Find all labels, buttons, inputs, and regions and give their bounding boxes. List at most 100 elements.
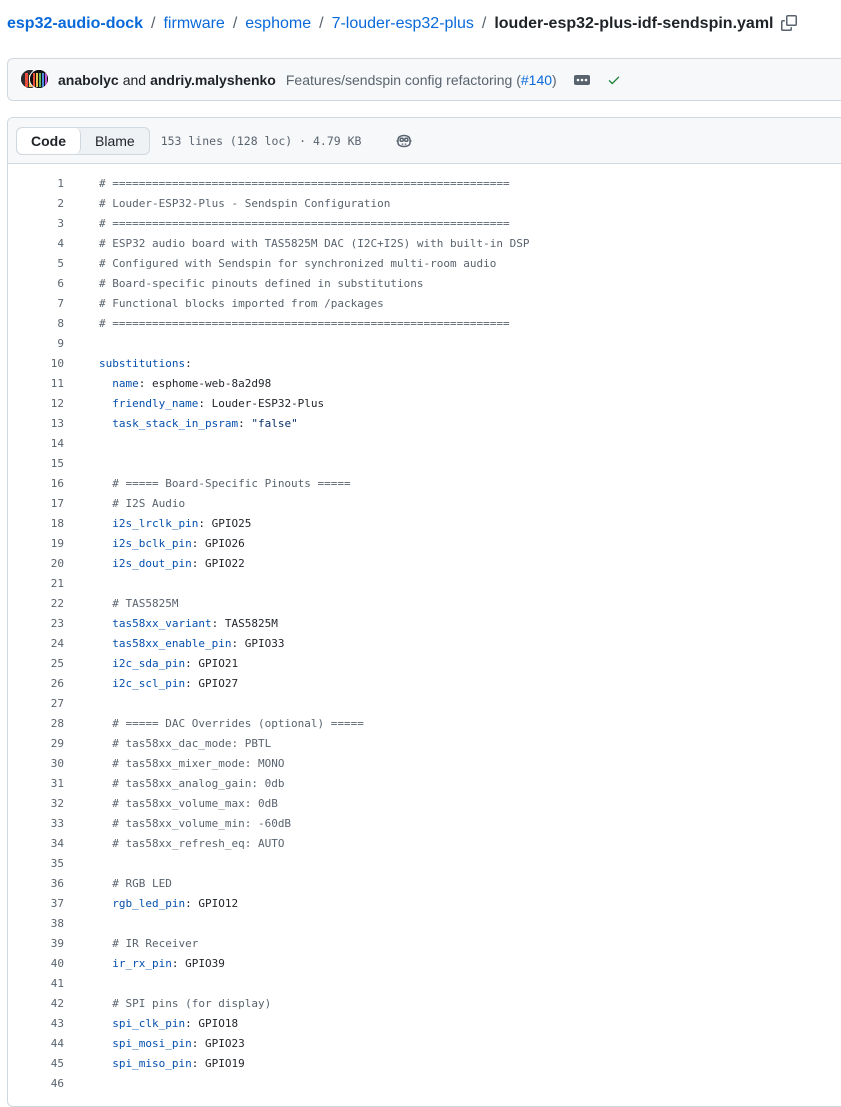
code-line[interactable]: 10 substitutions: [8,353,841,373]
line-number[interactable]: 7 [8,297,64,310]
code-line[interactable]: 26 i2c_scl_pin: GPIO27 [8,673,841,693]
line-number[interactable]: 4 [8,237,64,250]
line-number[interactable]: 42 [8,997,64,1010]
tab-code[interactable]: Code [17,127,81,154]
code-line[interactable]: 27 [8,693,841,713]
line-number[interactable]: 1 [8,177,64,190]
line-number[interactable]: 38 [8,917,64,930]
code-line[interactable]: 39 # IR Receiver [8,933,841,953]
code-line[interactable]: 3 # =====================================… [8,213,841,233]
code-line[interactable]: 29 # tas58xx_dac_mode: PBTL [8,733,841,753]
line-number[interactable]: 30 [8,757,64,770]
code-line[interactable]: 6 # Board-specific pinouts defined in sub… [8,273,841,293]
breadcrumb-dir-esphome[interactable]: esphome [245,15,311,33]
code-line[interactable]: 25 i2c_sda_pin: GPIO21 [8,653,841,673]
line-number[interactable]: 29 [8,737,64,750]
code-line[interactable]: 32 # tas58xx_volume_max: 0dB [8,793,841,813]
line-number[interactable]: 28 [8,717,64,730]
line-number[interactable]: 43 [8,1017,64,1030]
line-number[interactable]: 25 [8,657,64,670]
line-number[interactable]: 26 [8,677,64,690]
code-line[interactable]: 38 [8,913,841,933]
line-number[interactable]: 24 [8,637,64,650]
line-number[interactable]: 35 [8,857,64,870]
breadcrumb-dir-firmware[interactable]: firmware [163,15,224,33]
code-line[interactable]: 19 i2s_bclk_pin: GPIO26 [8,533,841,553]
code-line[interactable]: 4 # ESP32 audio board with TAS5825M DAC (… [8,233,841,253]
copy-icon[interactable] [781,15,799,33]
line-number[interactable]: 9 [8,337,64,350]
line-number[interactable]: 11 [8,377,64,390]
commit-pr-link[interactable]: #140 [521,72,552,88]
code-line[interactable]: 16 # ===== Board-Specific Pinouts ===== [8,473,841,493]
line-number[interactable]: 12 [8,397,64,410]
line-number[interactable]: 3 [8,217,64,230]
copilot-icon[interactable] [395,133,413,149]
code-line[interactable]: 36 # RGB LED [8,873,841,893]
code-line[interactable]: 1 # =====================================… [8,173,841,193]
commit-avatars[interactable] [20,68,50,91]
code-line[interactable]: 35 [8,853,841,873]
line-number[interactable]: 20 [8,557,64,570]
line-number[interactable]: 14 [8,437,64,450]
line-number[interactable]: 8 [8,317,64,330]
line-number[interactable]: 40 [8,957,64,970]
line-number[interactable]: 45 [8,1057,64,1070]
code-line[interactable]: 37 rgb_led_pin: GPIO12 [8,893,841,913]
line-number[interactable]: 2 [8,197,64,210]
line-number[interactable]: 18 [8,517,64,530]
line-number[interactable]: 22 [8,597,64,610]
line-number[interactable]: 19 [8,537,64,550]
commit-message[interactable]: Features/sendspin config refactoring (#1… [286,72,557,88]
code-line[interactable]: 7 # Functional blocks imported from /pack… [8,293,841,313]
line-number[interactable]: 23 [8,617,64,630]
code-line[interactable]: 13 task_stack_in_psram: "false" [8,413,841,433]
avatar[interactable] [29,68,49,89]
code-line[interactable]: 5 # Configured with Sendspin for synchron… [8,253,841,273]
tab-blame[interactable]: Blame [81,128,149,154]
code-line[interactable]: 40 ir_rx_pin: GPIO39 [8,953,841,973]
code-line[interactable]: 12 friendly_name: Louder-ESP32-Plus [8,393,841,413]
code-line[interactable]: 23 tas58xx_variant: TAS5825M [8,613,841,633]
line-number[interactable]: 46 [8,1077,64,1090]
line-number[interactable]: 33 [8,817,64,830]
line-number[interactable]: 31 [8,777,64,790]
ellipsis-icon[interactable] [571,73,593,87]
line-number[interactable]: 41 [8,977,64,990]
commit-message-text[interactable]: Features/sendspin config refactoring ( [286,72,521,88]
code-line[interactable]: 41 [8,973,841,993]
code-line[interactable]: 15 [8,453,841,473]
code-line[interactable]: 20 i2s_dout_pin: GPIO22 [8,553,841,573]
line-number[interactable]: 6 [8,277,64,290]
commit-author-2[interactable]: andriy.malyshenko [150,72,276,88]
breadcrumb-repo-link[interactable]: esp32-audio-dock [7,15,143,33]
line-number[interactable]: 21 [8,577,64,590]
code-line[interactable]: 44 spi_mosi_pin: GPIO23 [8,1033,841,1053]
code-line[interactable]: 11 name: esphome-web-8a2d98 [8,373,841,393]
breadcrumb-dir-board[interactable]: 7-louder-esp32-plus [332,15,474,33]
code-line[interactable]: 34 # tas58xx_refresh_eq: AUTO [8,833,841,853]
code-view[interactable]: 1 # =====================================… [8,164,841,1093]
code-line[interactable]: 2 # Louder-ESP32-Plus - Sendspin Configur… [8,193,841,213]
code-line[interactable]: 22 # TAS5825M [8,593,841,613]
line-number[interactable]: 44 [8,1037,64,1050]
line-number[interactable]: 16 [8,477,64,490]
line-number[interactable]: 27 [8,697,64,710]
code-line[interactable]: 43 spi_clk_pin: GPIO18 [8,1013,841,1033]
code-line[interactable]: 46 [8,1073,841,1093]
code-line[interactable]: 30 # tas58xx_mixer_mode: MONO [8,753,841,773]
line-number[interactable]: 17 [8,497,64,510]
code-line[interactable]: 42 # SPI pins (for display) [8,993,841,1013]
line-number[interactable]: 5 [8,257,64,270]
code-line[interactable]: 9 [8,333,841,353]
code-line[interactable]: 24 tas58xx_enable_pin: GPIO33 [8,633,841,653]
commit-author-1[interactable]: anabolyc [58,72,119,88]
line-number[interactable]: 37 [8,897,64,910]
code-line[interactable]: 31 # tas58xx_analog_gain: 0db [8,773,841,793]
code-line[interactable]: 28 # ===== DAC Overrides (optional) ====… [8,713,841,733]
line-number[interactable]: 13 [8,417,64,430]
line-number[interactable]: 34 [8,837,64,850]
code-line[interactable]: 45 spi_miso_pin: GPIO19 [8,1053,841,1073]
code-line[interactable]: 17 # I2S Audio [8,493,841,513]
check-icon[interactable] [607,73,621,87]
